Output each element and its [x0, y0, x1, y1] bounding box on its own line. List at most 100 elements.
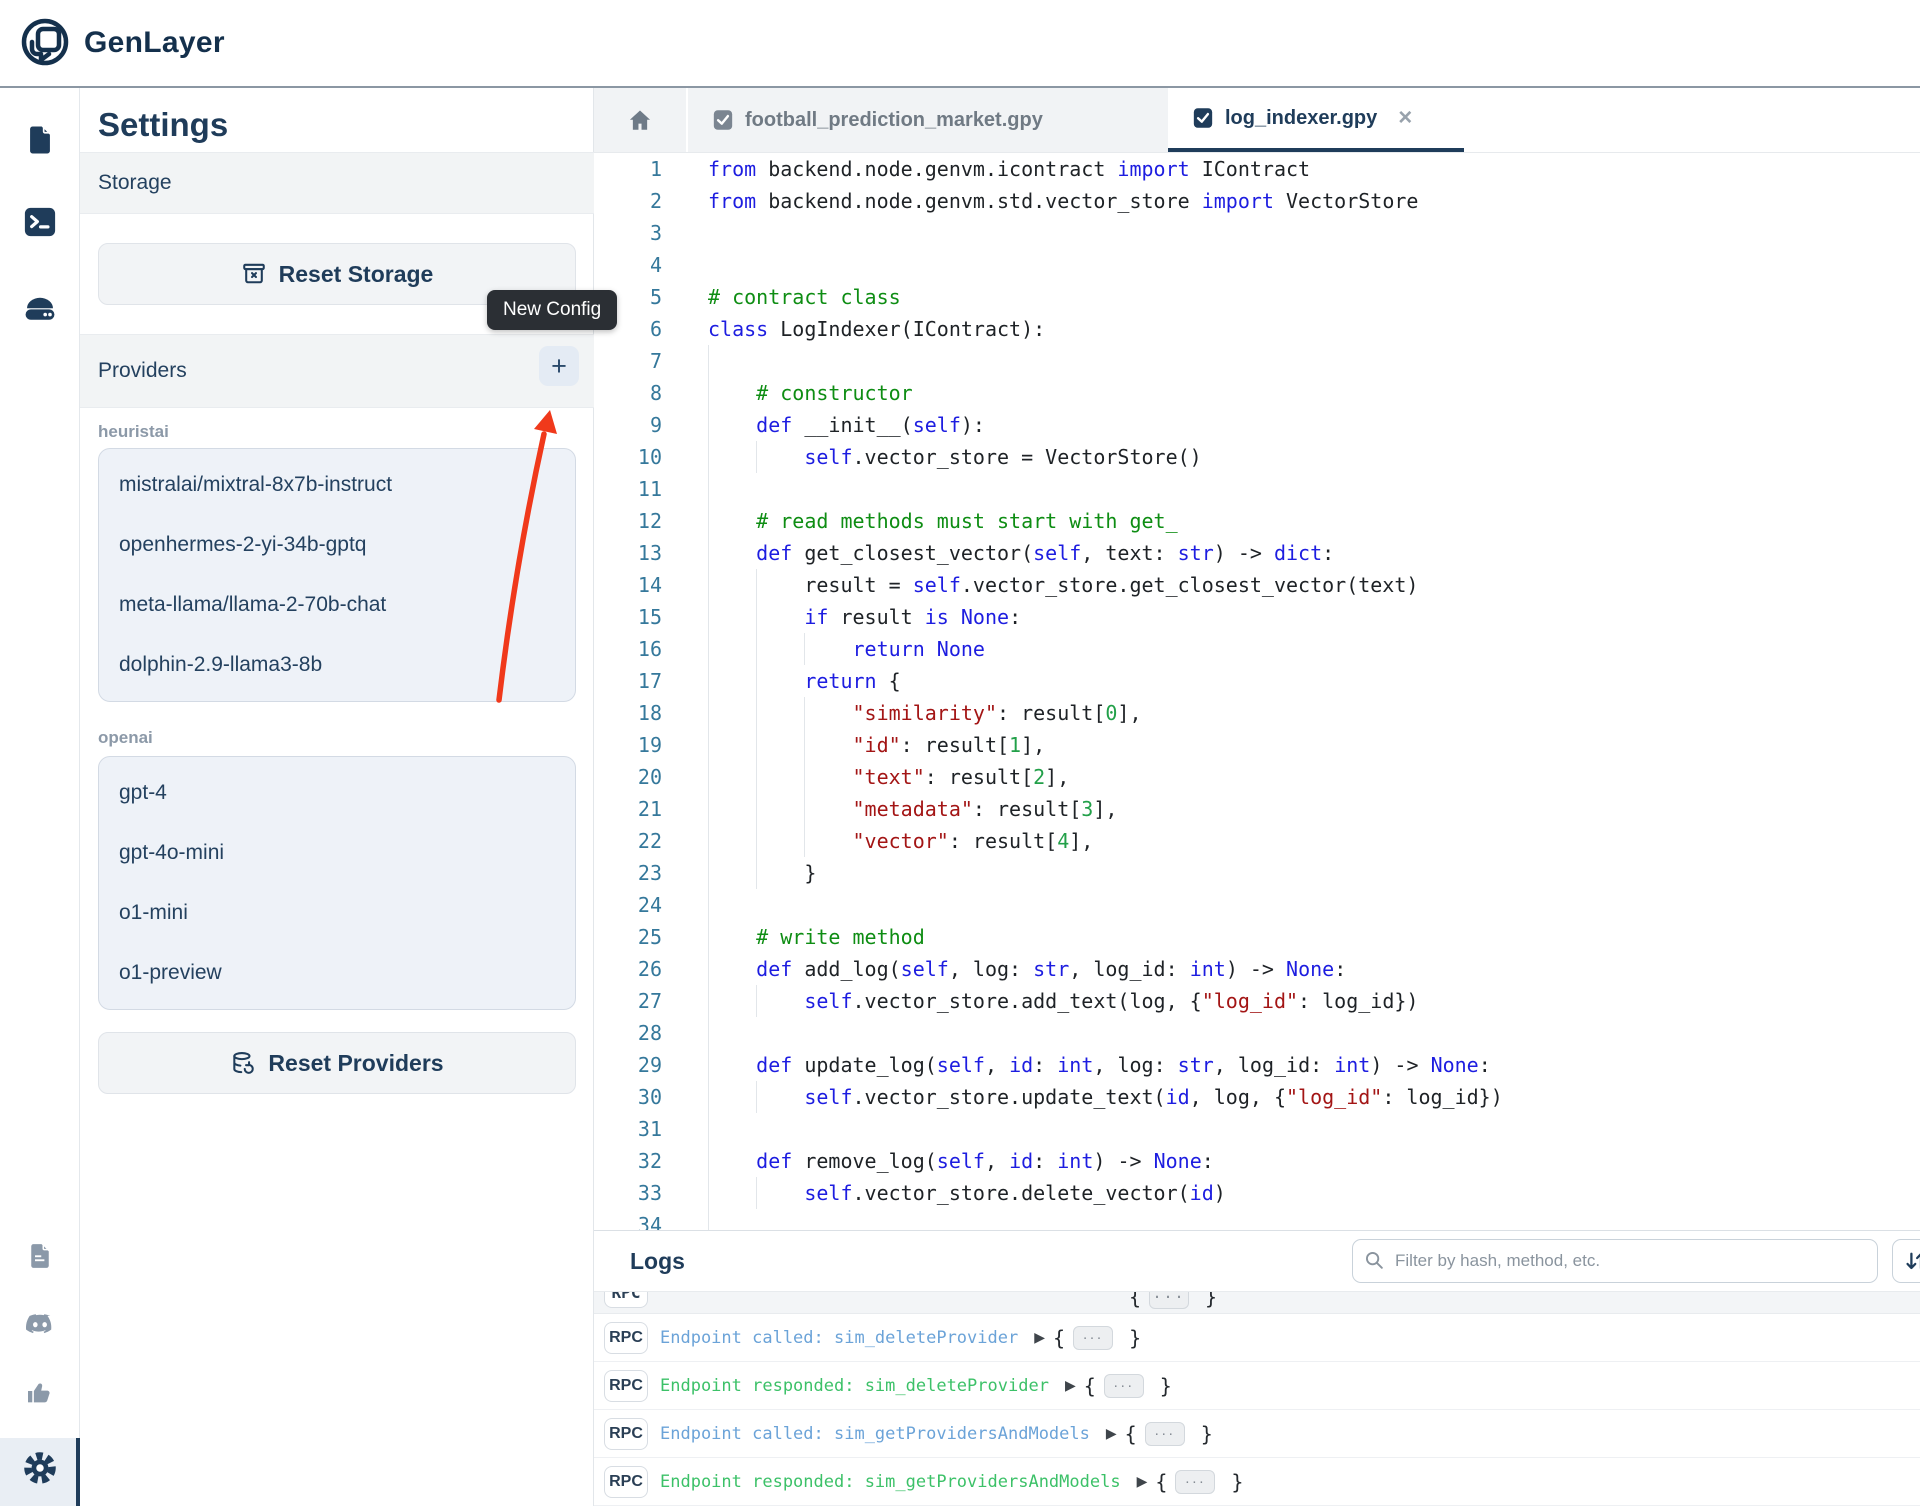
code-line: 14 result = self.vector_store.get_closes… — [594, 569, 1920, 601]
file-check-icon — [712, 109, 734, 131]
indent-guide — [708, 761, 709, 793]
expand-json-chip[interactable]: ··· — [1073, 1326, 1113, 1350]
provider-group-label: openai — [98, 728, 153, 748]
log-message: Endpoint responded: sim_deleteProvider — [660, 1376, 1049, 1396]
expand-row-icon[interactable]: ▶ — [1034, 1329, 1045, 1346]
thumbs-up-icon[interactable] — [0, 1367, 80, 1419]
indent-guide — [708, 473, 709, 505]
provider-model-list: mistralai/mixtral-8x7b-instructopenherme… — [98, 448, 576, 702]
line-number: 14 — [594, 569, 672, 601]
terminal-icon[interactable] — [0, 196, 80, 248]
file-check-icon — [1192, 107, 1214, 129]
indent-guide — [804, 825, 805, 857]
code-line: 22 "vector": result[4], — [594, 825, 1920, 857]
log-row: RPCEndpoint called: sim_deleteProvider▶{… — [594, 1314, 1920, 1362]
code-line: 1from backend.node.genvm.icontract impor… — [594, 153, 1920, 185]
provider-model-item[interactable]: gpt-4o-mini — [99, 823, 575, 883]
code-line: 18 "similarity": result[0], — [594, 697, 1920, 729]
log-rows: RPCEndpoint called: sim_deleteProvider▶{… — [594, 1314, 1920, 1506]
provider-model-item[interactable]: mistralai/mixtral-8x7b-instruct — [99, 455, 575, 515]
indent-guide — [708, 665, 709, 697]
indent-guide — [708, 1081, 709, 1113]
code-line: 16 return None — [594, 633, 1920, 665]
indent-guide — [756, 601, 757, 633]
tab-log-indexer[interactable]: log_indexer.gpy × — [1168, 88, 1464, 152]
rpc-badge: RPC — [604, 1322, 648, 1354]
code-line: 4 — [594, 249, 1920, 281]
expand-json-chip[interactable]: ··· — [1149, 1291, 1189, 1309]
indent-guide — [804, 761, 805, 793]
reset-providers-button[interactable]: Reset Providers — [98, 1032, 576, 1094]
home-icon — [626, 106, 654, 134]
discord-icon[interactable] — [0, 1299, 80, 1351]
home-tab-button[interactable] — [594, 88, 686, 152]
tab-football-prediction-market[interactable]: football_prediction_market.gpy — [688, 88, 1168, 152]
close-tab-icon[interactable]: × — [1398, 106, 1412, 130]
line-number: 13 — [594, 537, 672, 569]
provider-model-item[interactable]: o1-mini — [99, 883, 575, 943]
log-message: Endpoint called: sim_deleteProvider — [660, 1328, 1018, 1348]
line-number: 25 — [594, 921, 672, 953]
provider-model-item[interactable]: o1-preview — [99, 943, 575, 1003]
indent-guide — [708, 377, 709, 409]
add-provider-button[interactable]: + — [539, 346, 579, 386]
scrolled-log-row: RPC { ··· } — [594, 1291, 1920, 1314]
sort-logs-button[interactable] — [1892, 1239, 1920, 1283]
docs-icon[interactable] — [0, 1230, 80, 1282]
provider-model-item[interactable]: dolphin-2.9-llama3-8b — [99, 635, 575, 695]
expand-row-icon[interactable]: ▶ — [1065, 1377, 1076, 1394]
code-line: 12 # read methods must start with get_ — [594, 505, 1920, 537]
code-line: 2from backend.node.genvm.std.vector_stor… — [594, 185, 1920, 217]
rpc-badge: RPC — [604, 1418, 648, 1450]
rpc-badge: RPC — [604, 1466, 648, 1498]
indent-guide — [708, 569, 709, 601]
indent-guide — [708, 1177, 709, 1209]
provider-model-item[interactable]: gpt-4 — [99, 763, 575, 823]
expand-json-chip[interactable]: ··· — [1145, 1422, 1185, 1446]
indent-guide — [708, 857, 709, 889]
indent-guide — [708, 793, 709, 825]
provider-model-item[interactable]: meta-llama/llama-2-70b-chat — [99, 575, 575, 635]
line-number: 15 — [594, 601, 672, 633]
indent-guide — [708, 921, 709, 953]
indent-guide — [708, 1145, 709, 1177]
indent-guide — [708, 505, 709, 537]
storage-label: Storage — [98, 171, 172, 195]
expand-row-icon[interactable]: ▶ — [1137, 1473, 1148, 1490]
gear-icon[interactable] — [0, 1442, 80, 1494]
code-line: 20 "text": result[2], — [594, 761, 1920, 793]
code-line: 9 def __init__(self): — [594, 409, 1920, 441]
expand-json-chip[interactable]: ··· — [1104, 1374, 1144, 1398]
code-editor[interactable]: 1from backend.node.genvm.icontract impor… — [594, 153, 1920, 1230]
provider-group-label: heuristai — [98, 422, 169, 442]
code-lines: 1from backend.node.genvm.icontract impor… — [594, 153, 1920, 1230]
line-number: 1 — [594, 153, 672, 185]
line-number: 7 — [594, 345, 672, 377]
storage-drive-icon[interactable] — [0, 281, 80, 333]
indent-guide — [756, 761, 757, 793]
code-line: 7 — [594, 345, 1920, 377]
indent-guide — [708, 953, 709, 985]
indent-guide — [708, 345, 709, 377]
indent-guide — [708, 633, 709, 665]
storage-section-header: Storage — [80, 152, 594, 214]
indent-guide — [708, 985, 709, 1017]
icon-rail — [0, 88, 80, 1506]
indent-guide — [708, 1049, 709, 1081]
indent-guide — [708, 1017, 709, 1049]
provider-model-list: gpt-4gpt-4o-minio1-minio1-preview — [98, 756, 576, 1010]
logs-filter-input[interactable] — [1352, 1239, 1878, 1283]
expand-json-chip[interactable]: ··· — [1175, 1470, 1215, 1494]
providers-label: Providers — [98, 359, 187, 383]
brand-name: GenLayer — [84, 26, 225, 60]
indent-guide — [708, 825, 709, 857]
line-number: 4 — [594, 249, 672, 281]
expand-row-icon[interactable]: ▶ — [1106, 1425, 1117, 1442]
line-number: 26 — [594, 953, 672, 985]
contracts-file-icon[interactable] — [0, 114, 80, 166]
provider-model-item[interactable]: openhermes-2-yi-34b-gptq — [99, 515, 575, 575]
indent-guide — [756, 793, 757, 825]
indent-guide — [756, 729, 757, 761]
editor-column: football_prediction_market.gpy log_index… — [594, 88, 1920, 1506]
indent-guide — [756, 569, 757, 601]
